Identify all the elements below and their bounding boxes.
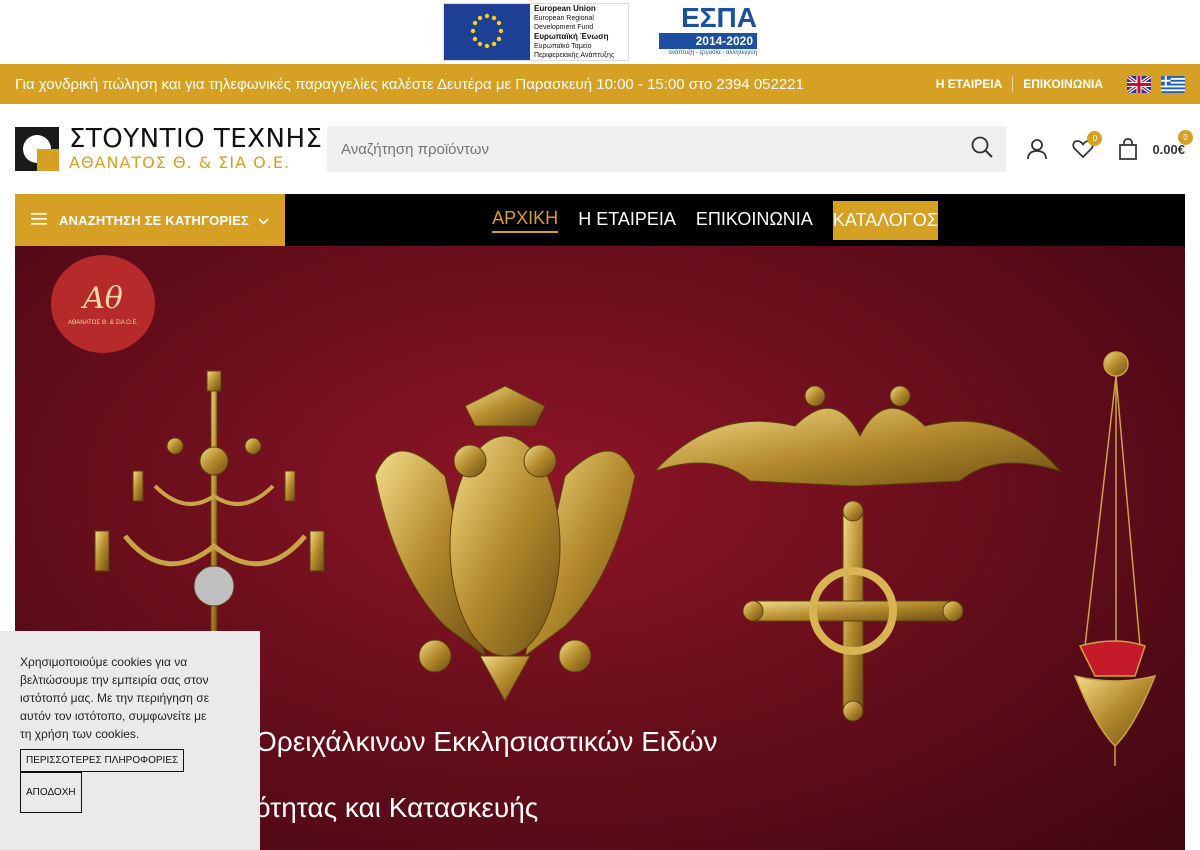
espa-tagline: ανάπτυξη - εργασία - αλληλεγγύη — [668, 50, 757, 56]
eu-logo-block: European Union European Regional Develop… — [443, 3, 629, 61]
espa-title: ΕΣΠΑ — [681, 2, 757, 33]
eu-flag-icon — [444, 4, 530, 60]
nav-item-home[interactable]: ΑΡΧΙΚΗ — [492, 208, 559, 233]
hero-heading-line2: ότητας και Κατασκευής — [255, 792, 539, 823]
candelabra-image — [94, 370, 325, 642]
main-nav-bar: ΑΝΑΖΗΤΗΣΗ ΣΕ ΚΑΤΗΓΟΡΙΕΣ ΑΡΧΙΚΗ Η ΕΤΑΙΡΕΙ… — [15, 194, 1185, 246]
account-icon[interactable] — [1026, 138, 1048, 160]
cookie-accept-button[interactable]: ΑΠΟΔΟΧΗ — [20, 772, 82, 813]
header-actions: 0 0 0.00€ — [1026, 130, 1193, 160]
logo-title: ΣΤΟΥΝΤΙΟ ΤΕΧΝΗΣ — [69, 124, 323, 154]
eu-funding-banner: European Union European Regional Develop… — [0, 0, 1200, 64]
hamburger-icon — [31, 212, 47, 228]
wholesale-info-text: Για χονδρική πώληση και για τηλεφωνικές … — [15, 75, 804, 93]
top-link-contact[interactable]: ΕΠΙΚΟΙΝΩΝΙΑ — [1013, 77, 1113, 91]
cart-total: 0.00€ — [1152, 141, 1185, 157]
product-search-bar — [327, 126, 1007, 172]
espa-years: 2014-2020 — [659, 33, 757, 49]
birds-ornament-image — [654, 385, 1062, 487]
espa-logo: ΕΣΠΑ 2014-2020 ανάπτυξη - εργασία - αλλη… — [659, 3, 757, 61]
double-headed-eagle-image — [374, 385, 636, 703]
top-link-company[interactable]: Η ΕΤΑΙΡΕΙΑ — [926, 77, 1012, 91]
site-logo[interactable]: ΣΤΟΥΝΤΙΟ ΤΕΧΝΗΣ ΑΘΑΝΑΤΟΣ Θ. & ΣΙΑ Ο.Ε. — [15, 125, 322, 173]
cart-count-badge: 0 — [1178, 130, 1193, 145]
nav-item-contact[interactable]: ΕΠΙΚΟΙΝΩΝΙΑ — [696, 209, 813, 232]
cookie-more-info-button[interactable]: ΠΕΡΙΣΣΟΤΕΡΕΣ ΠΛΗΡΟΦΟΡΙΕΣ — [20, 749, 185, 772]
greek-flag-icon[interactable] — [1161, 75, 1185, 93]
logo-mark-icon — [15, 127, 59, 171]
hanging-oil-lamp-image — [1073, 351, 1157, 766]
wishlist-count-badge: 0 — [1087, 131, 1103, 146]
wishlist-button[interactable]: 0 — [1072, 131, 1103, 159]
nav-item-catalog[interactable]: ΚΑΤΑΛΟΓΟΣ — [832, 200, 938, 240]
cookie-text: Χρησιμοποιούμε cookies για να βελτιώσουμ… — [20, 655, 210, 741]
cookie-consent-popup: Χρησιμοποιούμε cookies για να βελτιώσουμ… — [0, 631, 260, 850]
language-switcher — [1127, 75, 1185, 93]
page: European Union European Regional Develop… — [0, 0, 1200, 850]
search-input[interactable] — [341, 140, 971, 158]
hero-heading-line1: Ορειχάλκινων Εκκλησιαστικών Ειδών — [255, 726, 718, 757]
nav-item-company[interactable]: Η ΕΤΑΙΡΕΙΑ — [578, 209, 676, 232]
english-flag-icon[interactable] — [1127, 75, 1151, 93]
top-info-bar: Για χονδρική πώληση και για τηλεφωνικές … — [0, 64, 1200, 104]
eu-text: European Union European Regional Develop… — [534, 4, 615, 59]
top-links: Η ΕΤΑΙΡΕΙΑ ΕΠΙΚΟΙΝΩΝΙΑ — [926, 76, 1113, 92]
logo-subtitle: ΑΘΑΝΑΤΟΣ Θ. & ΣΙΑ Ο.Ε. — [69, 153, 291, 172]
shopping-bag-icon — [1119, 138, 1138, 160]
search-icon[interactable] — [970, 135, 994, 164]
categories-label: ΑΝΑΖΗΤΗΣΗ ΣΕ ΚΑΤΗΓΟΡΙΕΣ — [59, 212, 250, 228]
ornamental-cross-image — [742, 500, 964, 722]
primary-menu: ΑΡΧΙΚΗ Η ΕΤΑΙΡΕΙΑ ΕΠΙΚΟΙΝΩΝΙΑ ΚΑΤΑΛΟΓΟΣ — [245, 200, 1185, 240]
site-header: ΣΤΟΥΝΤΙΟ ΤΕΧΝΗΣ ΑΘΑΝΑΤΟΣ Θ. & ΣΙΑ Ο.Ε. 0… — [0, 104, 1200, 194]
cart-button[interactable]: 0 0.00€ — [1118, 130, 1193, 160]
